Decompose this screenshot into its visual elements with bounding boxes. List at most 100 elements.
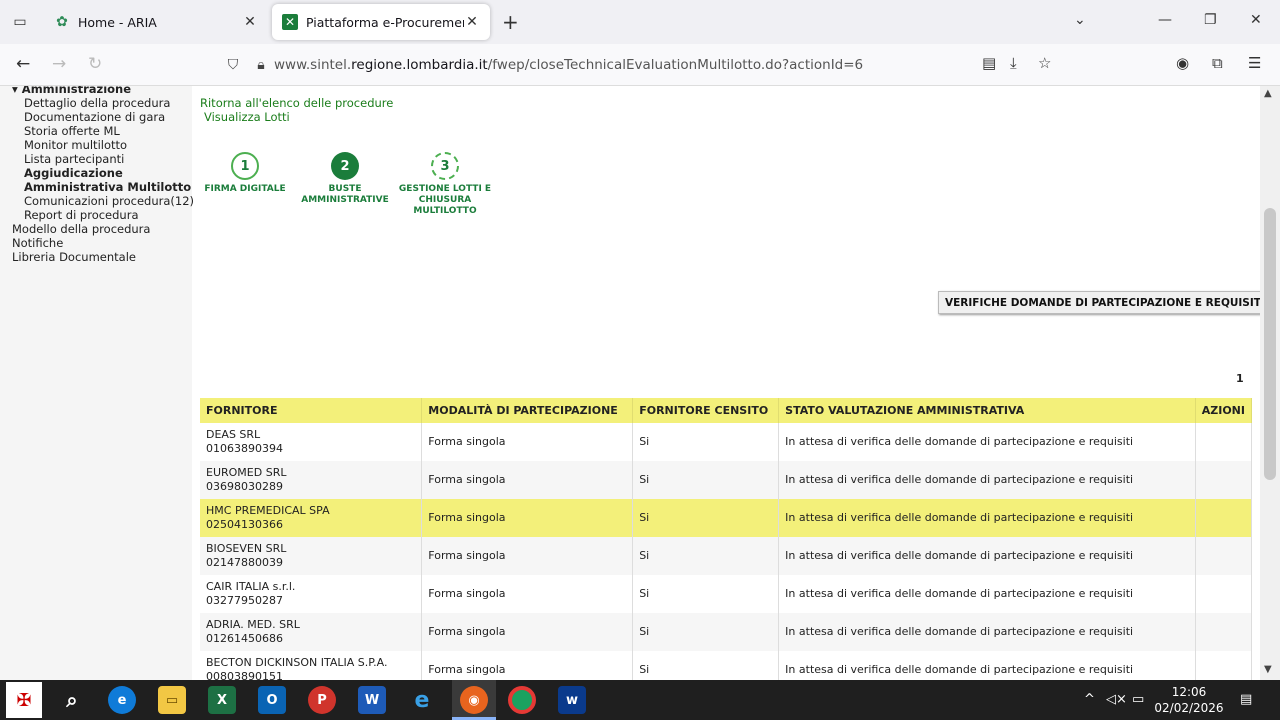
close-icon[interactable]: ✕: [242, 14, 258, 30]
back-button[interactable]: ←: [16, 54, 30, 74]
table-row[interactable]: ADRIA. MED. SRL 01261450686 Forma singola…: [200, 613, 1253, 651]
word-icon[interactable]: W: [358, 686, 386, 714]
chrome-icon[interactable]: [508, 686, 536, 714]
webex-icon[interactable]: w: [558, 686, 586, 714]
file-explorer-icon[interactable]: ▭: [158, 686, 186, 714]
clock-time: 12:06: [1171, 685, 1207, 699]
lock-icon[interactable]: 🔒︎: [248, 57, 274, 73]
status-cell: In attesa di verifica delle domande di p…: [778, 575, 1196, 613]
url-path: /fwep/closeTechnicalEvaluationMultilotto…: [487, 57, 864, 73]
clock-date: 02/02/2026: [1154, 701, 1224, 715]
edge-icon[interactable]: e: [108, 686, 136, 714]
account-icon[interactable]: ◉: [1176, 54, 1189, 72]
step-label: AMMINISTRATIVE: [301, 195, 389, 205]
sidebar-item-dettaglio[interactable]: Dettaglio della procedura: [24, 96, 170, 110]
status-cell: In attesa di verifica delle domande di p…: [778, 537, 1196, 575]
sidebar-item-amministrativa-multilotto[interactable]: Amministrativa Multilotto: [24, 180, 191, 194]
column-header[interactable]: FORNITORE: [200, 398, 423, 423]
shield-icon[interactable]: ⛉: [218, 57, 248, 73]
minimize-button[interactable]: —: [1158, 12, 1172, 28]
chevron-down-icon[interactable]: ⌄: [1074, 12, 1086, 28]
search-icon[interactable]: ⌕: [58, 686, 86, 714]
page-number[interactable]: 1: [1236, 372, 1244, 385]
tab-list-icon[interactable]: ▭: [8, 10, 32, 34]
scroll-thumb[interactable]: [1264, 208, 1276, 480]
step-number: 3: [431, 152, 459, 180]
table-row[interactable]: CAIR ITALIA s.r.l. 03277950287 Forma sing…: [200, 575, 1253, 613]
mode-cell: Forma singola: [421, 651, 634, 680]
sidebar-item-report[interactable]: Report di procedura: [24, 208, 139, 222]
url-text[interactable]: www.sintel.regione.lombardia.it/fwep/clo…: [274, 57, 1078, 73]
browser-nav-bar: ← → ↻ ⛉ 🔒︎ www.sintel.regione.lombardia.…: [0, 44, 1280, 86]
sidebar-item-amministrazione[interactable]: ▾ Amministrazione: [12, 86, 131, 96]
restore-button[interactable]: ❐: [1204, 12, 1217, 28]
actions-cell: [1195, 613, 1253, 651]
column-header[interactable]: FORNITORE CENSITO: [632, 398, 780, 423]
chevron-up-icon[interactable]: ^: [1084, 692, 1095, 707]
excel-icon[interactable]: X: [208, 686, 236, 714]
actions-cell: [1195, 499, 1253, 537]
browser-tab-bar: ▭ ✿ Home - ARIA ✕ ✕ Piattaforma e-Procur…: [0, 0, 1280, 44]
step-gestione-lotti[interactable]: 3 GESTIONE LOTTI E CHIUSURA MULTILOTTO: [395, 152, 495, 217]
status-cell: In attesa di verifica delle domande di p…: [778, 461, 1196, 499]
step-label: MULTILOTTO: [413, 206, 477, 216]
sidebar-item-monitor[interactable]: Monitor multilotto: [24, 138, 127, 152]
table-row[interactable]: EUROMED SRL 03698030289 Forma singola Si …: [200, 461, 1253, 499]
column-header: AZIONI: [1195, 398, 1253, 423]
sidebar-item-libreria[interactable]: Libreria Documentale: [12, 250, 136, 264]
view-lots-link[interactable]: Visualizza Lotti: [204, 110, 290, 124]
mode-cell: Forma singola: [421, 461, 634, 499]
table-row[interactable]: BIOSEVEN SRL 02147880039 Forma singola Si…: [200, 537, 1253, 575]
menu-icon[interactable]: ☰: [1248, 54, 1261, 72]
censito-cell: Si: [632, 499, 780, 537]
verify-requirements-button[interactable]: VERIFICHE DOMANDE DI PARTECIPAZIONE E RE…: [938, 291, 1272, 314]
column-header[interactable]: MODALITÀ DI PARTECIPAZIONE: [421, 398, 634, 423]
scroll-down-icon[interactable]: ▼: [1264, 664, 1272, 675]
step-firma-digitale[interactable]: 1 FIRMA DIGITALE: [200, 152, 290, 195]
tab-sintel[interactable]: ✕ Piattaforma e-Procurement Sintel ✕: [272, 4, 490, 40]
column-header[interactable]: STATO VALUTAZIONE AMMINISTRATIVA: [778, 398, 1196, 423]
table-row[interactable]: DEAS SRL 01063890394 Forma singola Si In …: [200, 423, 1253, 461]
url-bar[interactable]: ⛉ 🔒︎ www.sintel.regione.lombardia.it/fwe…: [218, 49, 1078, 81]
forward-button[interactable]: →: [52, 54, 66, 74]
tab-home-aria[interactable]: ✿ Home - ARIA ✕: [44, 4, 268, 40]
firefox-icon[interactable]: ◉: [460, 686, 488, 714]
sidebar-item-modello[interactable]: Modello della procedura: [12, 222, 150, 236]
sidebar-item-aggiudicazione[interactable]: Aggiudicazione: [24, 166, 123, 180]
network-icon[interactable]: ▭: [1132, 692, 1144, 707]
supplier-name: CAIR ITALIA s.r.l.: [206, 580, 296, 593]
supplier-name: EUROMED SRL: [206, 466, 287, 479]
reload-button[interactable]: ↻: [88, 54, 102, 74]
bookmark-star-icon[interactable]: ☆: [1038, 54, 1051, 72]
mode-cell: Forma singola: [421, 613, 634, 651]
table-row[interactable]: HMC PREMEDICAL SPA 02504130366 Forma sing…: [200, 499, 1253, 537]
sidebar-item-storia-offerte[interactable]: Storia offerte ML: [24, 124, 120, 138]
sintel-icon: ✕: [282, 14, 298, 30]
page-scrollbar[interactable]: ▲ ▼: [1260, 86, 1280, 680]
censito-cell: Si: [632, 575, 780, 613]
url-prefix: www.sintel.: [274, 57, 352, 73]
sidebar-item-comunicazioni[interactable]: Comunicazioni procedura(12): [24, 194, 194, 208]
step-label: GESTIONE LOTTI E: [398, 184, 492, 194]
powerpoint-icon[interactable]: P: [308, 686, 336, 714]
speaker-muted-icon[interactable]: ◁×: [1106, 692, 1127, 707]
notifications-icon[interactable]: ▤: [1240, 692, 1252, 707]
new-tab-button[interactable]: +: [502, 10, 519, 34]
outlook-icon[interactable]: O: [258, 686, 286, 714]
internet-explorer-icon[interactable]: e: [408, 686, 436, 714]
table-row[interactable]: BECTON DICKINSON ITALIA S.P.A. 0080389015…: [200, 651, 1253, 680]
back-to-procedures-link[interactable]: Ritorna all'elenco delle procedure: [200, 96, 393, 110]
regione-logo-icon[interactable]: ✠: [6, 682, 42, 718]
sidebar-item-documentazione[interactable]: Documentazione di gara: [24, 110, 165, 124]
censito-cell: Si: [632, 423, 780, 461]
step-buste-amministrative[interactable]: 2 BUSTE AMMINISTRATIVE: [300, 152, 390, 206]
save-to-pocket-icon[interactable]: ⤓: [1010, 54, 1017, 72]
extensions-icon[interactable]: ⧉: [1212, 54, 1223, 72]
sidebar-item-notifiche[interactable]: Notifiche: [12, 236, 63, 250]
close-icon[interactable]: ✕: [464, 14, 480, 30]
sidebar-item-partecipanti[interactable]: Lista partecipanti: [24, 152, 124, 166]
system-clock[interactable]: 12:06 02/02/2026: [1150, 684, 1228, 716]
scroll-up-icon[interactable]: ▲: [1264, 88, 1272, 99]
close-window-button[interactable]: ✕: [1250, 12, 1262, 28]
reader-view-icon[interactable]: ▤: [982, 54, 996, 72]
